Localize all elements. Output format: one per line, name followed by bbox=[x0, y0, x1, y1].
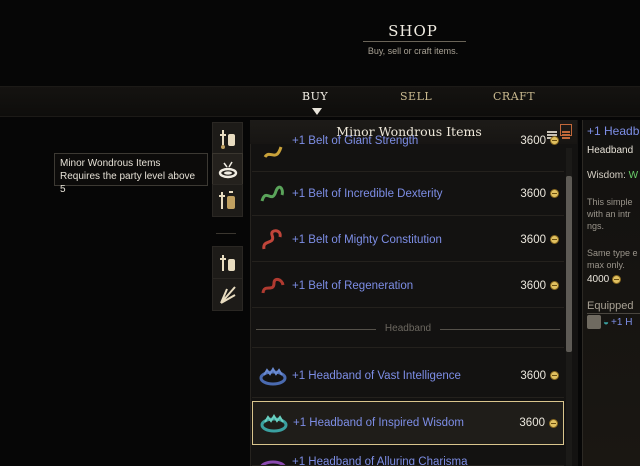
item-row[interactable]: +1 Belt of Regeneration 3600 bbox=[252, 264, 564, 308]
detail-stat: Wisdom: W bbox=[587, 170, 640, 181]
tab-sell[interactable]: SELL bbox=[400, 90, 432, 103]
item-name: +1 Headband of Alluring Charisma bbox=[292, 456, 468, 466]
item-row[interactable]: +1 Belt of Mighty Constitution 3600 bbox=[252, 218, 564, 262]
character-portrait bbox=[587, 315, 601, 329]
item-name: +1 Headband of Inspired Wisdom bbox=[293, 417, 465, 429]
page-subtitle: Buy, sell or craft items. bbox=[367, 46, 459, 56]
item-row[interactable]: +1 Headband of Alluring Charisma bbox=[252, 446, 564, 466]
detail-description: This simple with an intr ngs. bbox=[587, 197, 633, 231]
item-price: 3600 bbox=[520, 187, 546, 200]
item-row[interactable]: +1 Belt of Giant Strength 3600 bbox=[252, 132, 564, 172]
tooltip-requirement: Requires the party level above 5 bbox=[60, 171, 196, 195]
belt-icon bbox=[257, 224, 289, 256]
belt-icon bbox=[257, 178, 289, 210]
category-weapons-button[interactable] bbox=[212, 122, 243, 155]
detail-item-name: +1 Headb bbox=[587, 124, 640, 138]
tools-category-icon bbox=[219, 254, 235, 271]
detail-stat-value: W bbox=[628, 170, 639, 181]
headband-icon bbox=[257, 360, 289, 392]
coin-icon bbox=[550, 189, 559, 198]
equipped-divider bbox=[587, 313, 640, 314]
item-name: +1 Belt of Giant Strength bbox=[292, 134, 419, 147]
category-armor-button[interactable] bbox=[212, 184, 243, 217]
tab-craft[interactable]: CRAFT bbox=[493, 90, 535, 103]
equipped-item[interactable]: ◒ +1 H bbox=[587, 315, 640, 329]
minor-wondrous-items-category-icon bbox=[218, 161, 237, 178]
item-price: 3600 bbox=[520, 369, 546, 382]
item-row[interactable]: +1 Headband of Vast Intelligence 3600 bbox=[252, 354, 564, 398]
coin-icon bbox=[550, 281, 559, 290]
item-name: +1 Belt of Mighty Constitution bbox=[292, 233, 442, 246]
page-title: SHOP bbox=[388, 22, 438, 40]
item-name: +1 Belt of Regeneration bbox=[292, 279, 414, 292]
category-tools-button[interactable] bbox=[212, 246, 243, 279]
item-price: 3600 bbox=[520, 233, 546, 246]
category-divider bbox=[216, 233, 236, 234]
category-consumables-button[interactable] bbox=[212, 278, 243, 311]
coin-icon bbox=[612, 275, 622, 284]
detail-stat-label: Wisdom: bbox=[587, 170, 629, 181]
item-price: 3600 bbox=[520, 134, 546, 147]
active-tab-marker bbox=[312, 108, 322, 115]
item-price: 3600 bbox=[520, 279, 546, 292]
tooltip-title: Minor Wondrous Items bbox=[60, 158, 161, 169]
item-price: 3600 bbox=[519, 417, 545, 429]
detail-note: Same type e max only. bbox=[587, 248, 638, 270]
coin-icon bbox=[550, 235, 559, 244]
equipped-item-name: +1 H bbox=[611, 316, 633, 328]
detail-price: 4000 bbox=[587, 274, 622, 285]
weapons-category-icon bbox=[219, 129, 235, 149]
category-tooltip: Minor Wondrous Items Requires the party … bbox=[54, 153, 208, 195]
coin-icon bbox=[550, 136, 559, 145]
tab-buy[interactable]: BUY bbox=[302, 90, 328, 103]
coin-icon bbox=[549, 418, 558, 428]
belt-icon bbox=[257, 270, 289, 302]
headband-icon bbox=[257, 446, 289, 465]
section-label: Headband bbox=[384, 323, 432, 334]
detail-price-value: 4000 bbox=[587, 274, 610, 285]
equipped-label: Equipped bbox=[587, 300, 634, 312]
detail-item-type: Headband bbox=[587, 145, 634, 156]
separator-line bbox=[256, 329, 376, 330]
item-name: +1 Headband of Vast Intelligence bbox=[292, 369, 461, 382]
consumables-category-icon bbox=[219, 285, 236, 304]
coin-icon bbox=[550, 371, 559, 380]
item-row-selected[interactable]: +1 Headband of Inspired Wisdom 3600 bbox=[252, 401, 564, 445]
title-divider bbox=[363, 41, 466, 42]
scrollbar-thumb[interactable] bbox=[566, 176, 572, 352]
item-row[interactable]: +1 Belt of Incredible Dexterity 3600 bbox=[252, 172, 564, 216]
belt-icon bbox=[257, 136, 289, 168]
headband-icon: ◒ bbox=[603, 316, 610, 328]
armor-category-icon bbox=[218, 190, 235, 209]
item-name: +1 Belt of Incredible Dexterity bbox=[292, 187, 443, 200]
separator-line bbox=[440, 329, 560, 330]
category-minor-wondrous-items-button[interactable] bbox=[212, 153, 243, 186]
headband-icon bbox=[258, 407, 290, 439]
